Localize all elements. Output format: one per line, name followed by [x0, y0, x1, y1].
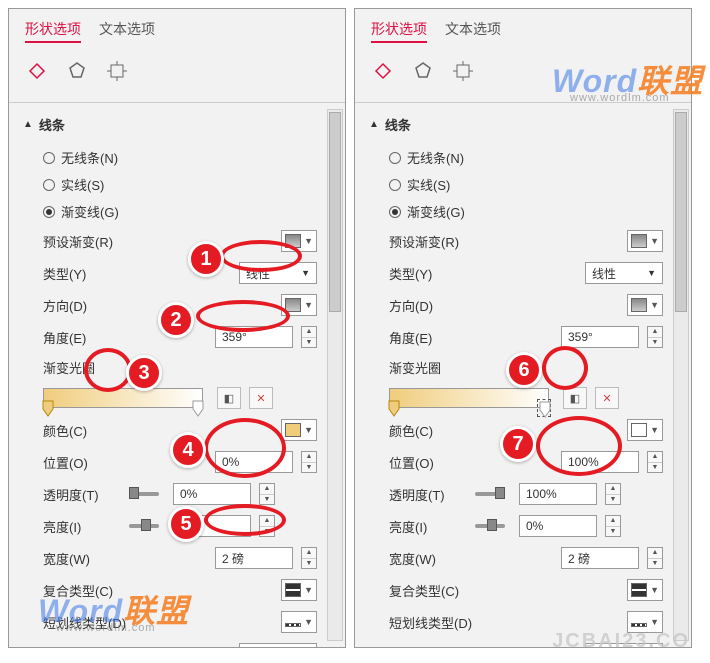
angle-input[interactable]: 359° — [561, 326, 639, 348]
label-preset: 预设渐变(R) — [43, 232, 273, 251]
gradient-stop-1[interactable] — [387, 399, 401, 417]
transparency-input[interactable]: 0% — [173, 483, 251, 505]
section-line[interactable]: ▲线条 — [369, 111, 663, 144]
remove-stop-button[interactable]: ✕ — [249, 387, 273, 409]
color-picker[interactable]: ▼ — [627, 419, 663, 441]
effects-icon[interactable] — [411, 59, 435, 88]
gradient-stop-2[interactable] — [537, 399, 551, 417]
width-spinner[interactable]: ▲▼ — [301, 547, 317, 569]
direction-dropdown[interactable]: ▼ — [281, 294, 317, 316]
label-brightness: 亮度(I) — [43, 517, 115, 536]
radio-no-line[interactable]: 无线条(N) — [369, 144, 663, 171]
vertical-scrollbar[interactable] — [327, 109, 343, 641]
label-width: 宽度(W) — [43, 549, 207, 568]
label-direction: 方向(D) — [389, 296, 619, 315]
position-input[interactable]: 100% — [561, 451, 639, 473]
radio-no-line[interactable]: 无线条(N) — [23, 144, 317, 171]
brightness-input[interactable]: 0% — [519, 515, 597, 537]
label-cap: 端点类型(A) — [389, 645, 577, 649]
gradient-stop-2[interactable] — [191, 399, 205, 417]
watermark-bottom-right: JCBAI23.CO — [552, 630, 690, 653]
size-icon[interactable] — [105, 59, 129, 88]
type-dropdown[interactable]: 线性▼ — [239, 262, 317, 284]
cap-type-dropdown[interactable]: 平面▼ — [239, 643, 317, 648]
gradient-stop-1[interactable] — [41, 399, 55, 417]
gradient-stops-bar[interactable] — [43, 388, 203, 408]
label-preset: 预设渐变(R) — [389, 232, 619, 251]
add-stop-button[interactable]: ◧ — [563, 387, 587, 409]
effects-icon[interactable] — [65, 59, 89, 88]
fill-icon[interactable] — [25, 59, 49, 88]
label-transparency: 透明度(T) — [43, 485, 115, 504]
label-color: 颜色(C) — [43, 421, 273, 440]
position-spinner[interactable]: ▲▼ — [301, 451, 317, 473]
transparency-slider[interactable] — [475, 492, 505, 496]
section-line[interactable]: ▲线条 — [23, 111, 317, 144]
brightness-spinner[interactable]: ▲▼ — [259, 515, 275, 537]
format-shape-panel-right: 形状选项 文本选项 ▲线条 无线条(N) 实线(S) 渐变线(G) 预设渐变(R… — [354, 8, 692, 648]
width-input[interactable]: 2 磅 — [561, 547, 639, 569]
label-compound: 复合类型(C) — [389, 581, 619, 600]
watermark-url-top: www.wordlm.com — [570, 92, 670, 104]
collapse-icon: ▲ — [369, 119, 379, 130]
transparency-input[interactable]: 100% — [519, 483, 597, 505]
watermark-url-bottom: www.wordlm.com — [56, 622, 156, 634]
tab-text-options[interactable]: 文本选项 — [445, 19, 501, 43]
transparency-spinner[interactable]: ▲▼ — [259, 483, 275, 505]
tab-text-options[interactable]: 文本选项 — [99, 19, 155, 43]
radio-gradient-line[interactable]: 渐变线(G) — [23, 198, 317, 225]
transparency-spinner[interactable]: ▲▼ — [605, 483, 621, 505]
gradient-stops-bar[interactable] — [389, 388, 549, 408]
label-cap: 端点类型(A) — [43, 645, 231, 649]
brightness-spinner[interactable]: ▲▼ — [605, 515, 621, 537]
annotation-badge-5: 5 — [168, 506, 204, 542]
annotation-badge-1: 1 — [188, 241, 224, 277]
annotation-badge-7: 7 — [500, 426, 536, 462]
annotation-badge-4: 4 — [170, 432, 206, 468]
annotation-badge-6: 6 — [506, 352, 542, 388]
color-picker[interactable]: ▼ — [281, 419, 317, 441]
position-input[interactable]: 0% — [215, 451, 293, 473]
position-spinner[interactable]: ▲▼ — [647, 451, 663, 473]
label-transparency: 透明度(T) — [389, 485, 461, 504]
compound-type-dropdown[interactable]: ▼ — [281, 579, 317, 601]
label-dash: 短划线类型(D) — [389, 613, 619, 632]
radio-solid-line[interactable]: 实线(S) — [369, 171, 663, 198]
size-icon[interactable] — [451, 59, 475, 88]
type-dropdown[interactable]: 线性▼ — [585, 262, 663, 284]
tab-shape-options[interactable]: 形状选项 — [371, 19, 427, 43]
label-gradient-stops: 渐变光圈 — [43, 358, 317, 377]
preset-gradient-dropdown[interactable]: ▼ — [281, 230, 317, 252]
direction-dropdown[interactable]: ▼ — [627, 294, 663, 316]
angle-spinner[interactable]: ▲▼ — [647, 326, 663, 348]
add-stop-button[interactable]: ◧ — [217, 387, 241, 409]
annotation-badge-3: 3 — [126, 355, 162, 391]
fill-icon[interactable] — [371, 59, 395, 88]
width-input[interactable]: 2 磅 — [215, 547, 293, 569]
label-angle: 角度(E) — [389, 328, 553, 347]
annotation-badge-2: 2 — [158, 302, 194, 338]
brightness-slider[interactable] — [475, 524, 505, 528]
remove-stop-button[interactable]: ✕ — [595, 387, 619, 409]
label-width: 宽度(W) — [389, 549, 553, 568]
label-type: 类型(Y) — [389, 264, 577, 283]
radio-solid-line[interactable]: 实线(S) — [23, 171, 317, 198]
transparency-slider[interactable] — [129, 492, 159, 496]
preset-gradient-dropdown[interactable]: ▼ — [627, 230, 663, 252]
angle-spinner[interactable]: ▲▼ — [301, 326, 317, 348]
width-spinner[interactable]: ▲▼ — [647, 547, 663, 569]
angle-input[interactable]: 359° — [215, 326, 293, 348]
dash-type-dropdown[interactable]: ▼ — [281, 611, 317, 633]
brightness-slider[interactable] — [129, 524, 159, 528]
label-brightness: 亮度(I) — [389, 517, 461, 536]
collapse-icon: ▲ — [23, 119, 33, 130]
label-direction: 方向(D) — [43, 296, 273, 315]
compound-type-dropdown[interactable]: ▼ — [627, 579, 663, 601]
vertical-scrollbar[interactable] — [673, 109, 689, 641]
tab-shape-options[interactable]: 形状选项 — [25, 19, 81, 43]
radio-gradient-line[interactable]: 渐变线(G) — [369, 198, 663, 225]
